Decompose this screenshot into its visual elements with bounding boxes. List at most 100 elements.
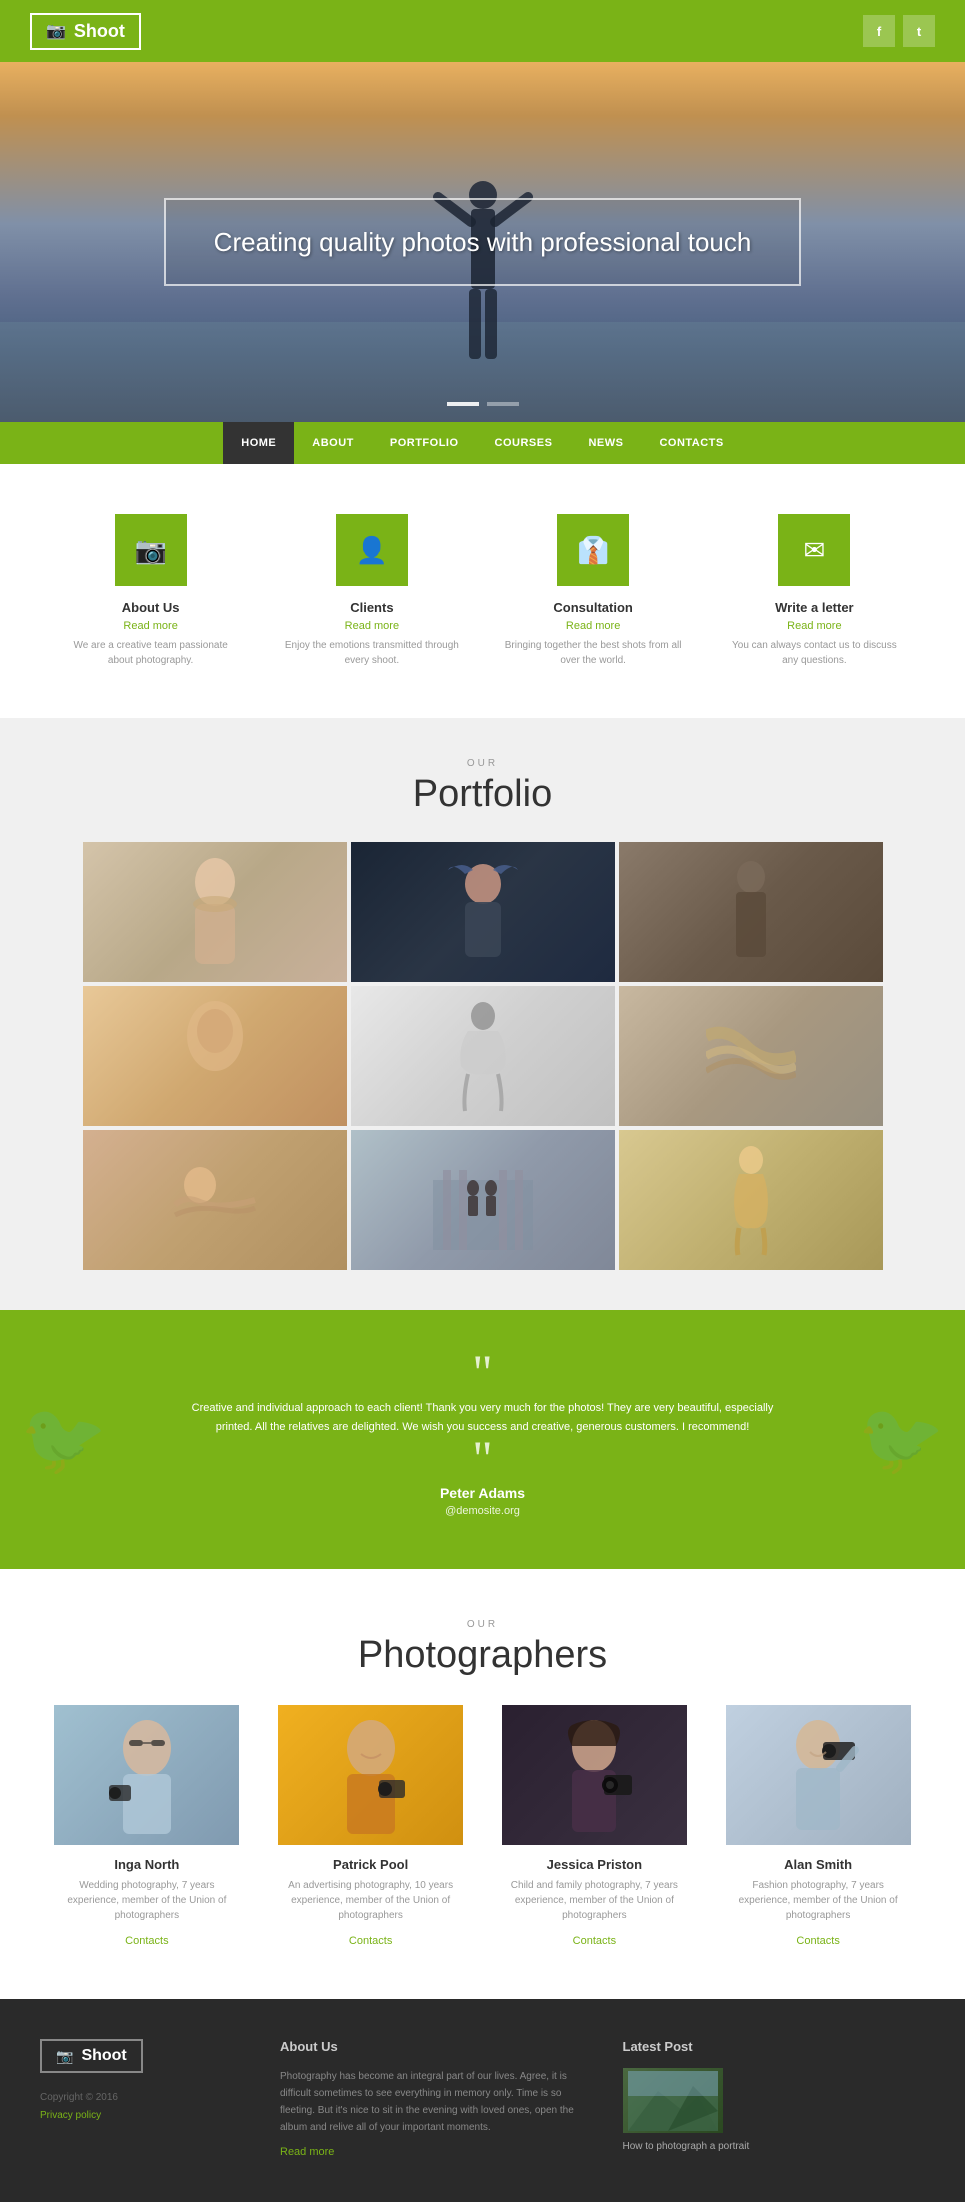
portfolio-title: Portfolio: [20, 773, 945, 816]
hero-section: Creating quality photos with professiona…: [0, 62, 965, 422]
photographers-title: Photographers: [40, 1634, 925, 1677]
photographer-jessica: Jessica Priston Child and family photogr…: [502, 1705, 687, 1949]
feature-clients-desc: Enjoy the emotions transmitted through e…: [282, 638, 462, 668]
footer-post-title: How to photograph a portrait: [623, 2141, 926, 2152]
alan-desc: Fashion photography, 7 years experience,…: [726, 1878, 911, 1923]
portfolio-item-7[interactable]: [83, 1130, 347, 1270]
hero-text-box: Creating quality photos with professiona…: [164, 198, 802, 286]
jessica-name: Jessica Priston: [502, 1857, 687, 1872]
social-links: f t: [863, 15, 935, 47]
photographer-inga: Inga North Wedding photography, 7 years …: [54, 1705, 239, 1949]
testimonial-author: Peter Adams: [80, 1485, 885, 1501]
clients-icon: 👤: [356, 535, 388, 566]
portfolio-item-4[interactable]: [83, 986, 347, 1126]
quote-open: ": [80, 1360, 885, 1385]
feature-about-desc: We are a creative team passionate about …: [61, 638, 241, 668]
footer-latest-title: Latest Post: [623, 2039, 926, 2054]
header: 📷 Shoot f t: [0, 0, 965, 62]
feature-clients: 👤 Clients Read more Enjoy the emotions t…: [282, 514, 462, 668]
features-section: 📷 About Us Read more We are a creative t…: [0, 464, 965, 718]
inga-name: Inga North: [54, 1857, 239, 1872]
feature-clients-icon-box: 👤: [336, 514, 408, 586]
nav-item-news[interactable]: NEWS: [570, 422, 641, 464]
feature-consultation-link[interactable]: Read more: [503, 620, 683, 632]
footer-camera-icon: 📷: [56, 2048, 73, 2065]
jessica-desc: Child and family photography, 7 years ex…: [502, 1878, 687, 1923]
main-nav: HOME ABOUT PORTFOLIO COURSES NEWS CONTAC…: [0, 422, 965, 464]
feature-letter-link[interactable]: Read more: [724, 620, 904, 632]
hero-dots: [447, 402, 519, 406]
alan-photo: [726, 1705, 911, 1845]
feature-about-link[interactable]: Read more: [61, 620, 241, 632]
inga-desc: Wedding photography, 7 years experience,…: [54, 1878, 239, 1923]
portfolio-item-3[interactable]: [619, 842, 883, 982]
footer-copyright: Copyright © 2016 Privacy policy: [40, 2089, 240, 2125]
portfolio-grid: [83, 842, 883, 1270]
footer-about-read-more[interactable]: Read more: [280, 2146, 583, 2158]
alan-name: Alan Smith: [726, 1857, 911, 1872]
portfolio-section: OUR Portfolio: [0, 718, 965, 1310]
feature-about-icon-box: 📷: [115, 514, 187, 586]
feature-about-title: About Us: [61, 600, 241, 615]
testimonial-section: 🐦 🐦 " Creative and individual approach t…: [0, 1310, 965, 1569]
footer-about-col: About Us Photography has become an integ…: [280, 2039, 583, 2158]
footer-post-thumb[interactable]: [623, 2068, 723, 2133]
portfolio-item-9[interactable]: [619, 1130, 883, 1270]
portfolio-item-2[interactable]: [351, 842, 615, 982]
feature-consultation-icon-box: 👔: [557, 514, 629, 586]
alan-contacts-link[interactable]: Contacts: [796, 1935, 839, 1947]
feature-about: 📷 About Us Read more We are a creative t…: [61, 514, 241, 668]
nav-item-contacts[interactable]: CONTACTS: [641, 422, 741, 464]
quote-close: ": [80, 1446, 885, 1471]
footer-latest-col: Latest Post How to photograph a portrait: [623, 2039, 926, 2158]
mail-icon: ✉: [803, 535, 825, 566]
tie-icon: 👔: [577, 535, 609, 566]
jessica-photo: [502, 1705, 687, 1845]
twitter-button[interactable]: t: [903, 15, 935, 47]
camera-feature-icon: 📷: [134, 535, 166, 566]
footer-about-title: About Us: [280, 2039, 583, 2054]
photographer-patrick: Patrick Pool An advertising photography,…: [278, 1705, 463, 1949]
footer-logo[interactable]: 📷 Shoot: [40, 2039, 143, 2073]
nav-item-courses[interactable]: COURSES: [477, 422, 571, 464]
photographers-grid: Inga North Wedding photography, 7 years …: [40, 1705, 925, 1949]
photographer-alan: Alan Smith Fashion photography, 7 years …: [726, 1705, 911, 1949]
portfolio-label: OUR: [20, 758, 945, 769]
feature-clients-link[interactable]: Read more: [282, 620, 462, 632]
footer-logo-text: Shoot: [81, 2047, 126, 2065]
feature-letter-title: Write a letter: [724, 600, 904, 615]
nav-item-about[interactable]: ABOUT: [294, 422, 372, 464]
feature-consultation-desc: Bringing together the best shots from al…: [503, 638, 683, 668]
feature-letter-icon-box: ✉: [778, 514, 850, 586]
footer-logo-col: 📷 Shoot Copyright © 2016 Privacy policy: [40, 2039, 240, 2158]
logo-text: Shoot: [74, 21, 125, 42]
jessica-contacts-link[interactable]: Contacts: [573, 1935, 616, 1947]
photographers-label: OUR: [40, 1619, 925, 1630]
portfolio-item-8[interactable]: [351, 1130, 615, 1270]
footer-privacy-link[interactable]: Privacy policy: [40, 2110, 101, 2121]
nav-item-home[interactable]: HOME: [223, 422, 294, 464]
feature-consultation: 👔 Consultation Read more Bringing togeth…: [503, 514, 683, 668]
photographers-section: OUR Photographers Inga North Wedding pho…: [0, 1569, 965, 1999]
hero-dot-1[interactable]: [447, 402, 479, 406]
nav-item-portfolio[interactable]: PORTFOLIO: [372, 422, 477, 464]
feature-clients-title: Clients: [282, 600, 462, 615]
patrick-contacts-link[interactable]: Contacts: [349, 1935, 392, 1947]
patrick-name: Patrick Pool: [278, 1857, 463, 1872]
hero-title: Creating quality photos with professiona…: [214, 224, 752, 260]
facebook-button[interactable]: f: [863, 15, 895, 47]
portfolio-item-6[interactable]: [619, 986, 883, 1126]
inga-photo: [54, 1705, 239, 1845]
inga-contacts-link[interactable]: Contacts: [125, 1935, 168, 1947]
hero-dot-2[interactable]: [487, 402, 519, 406]
patrick-photo: [278, 1705, 463, 1845]
footer-about-text: Photography has become an integral part …: [280, 2068, 583, 2136]
footer: 📷 Shoot Copyright © 2016 Privacy policy …: [0, 1999, 965, 2202]
feature-letter: ✉ Write a letter Read more You can alway…: [724, 514, 904, 668]
footer-grid: 📷 Shoot Copyright © 2016 Privacy policy …: [40, 2039, 925, 2158]
portfolio-item-5[interactable]: [351, 986, 615, 1126]
testimonial-link[interactable]: @demosite.org: [445, 1505, 520, 1517]
logo[interactable]: 📷 Shoot: [30, 13, 141, 50]
portfolio-item-1[interactable]: [83, 842, 347, 982]
feature-letter-desc: You can always contact us to discuss any…: [724, 638, 904, 668]
